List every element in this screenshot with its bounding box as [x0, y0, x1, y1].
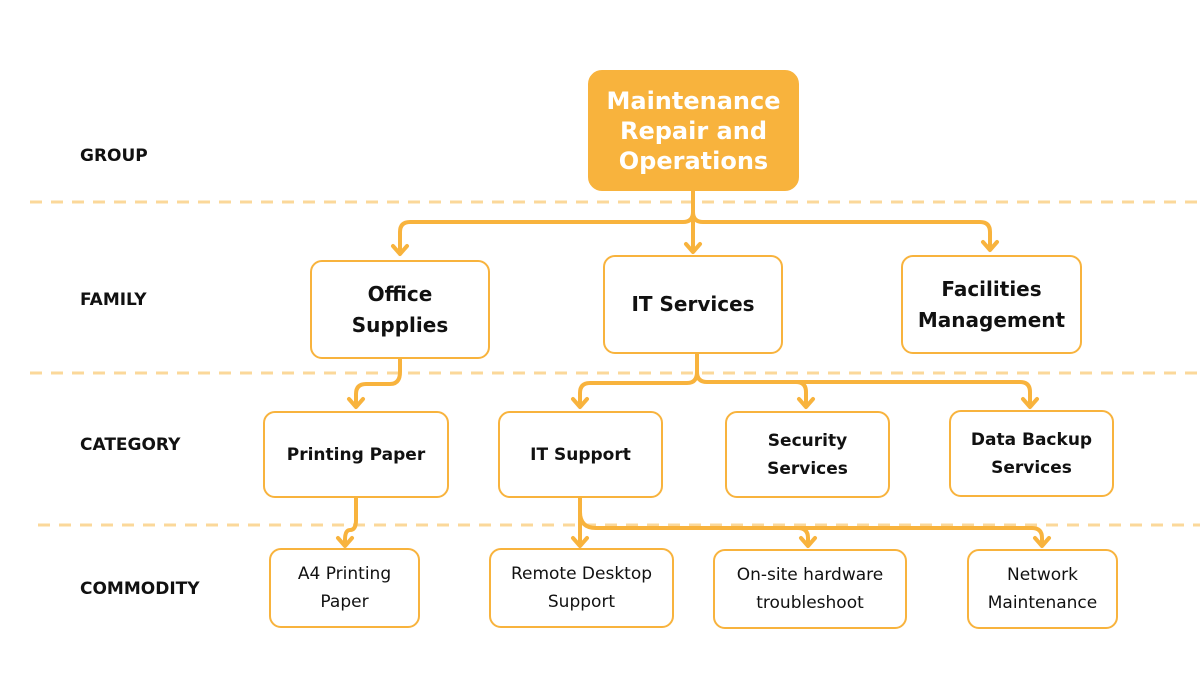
edge-it-support-commodities	[578, 496, 1044, 543]
edge-root-families	[398, 190, 992, 252]
level-label-family: FAMILY	[80, 290, 147, 310]
node-label: IT Support	[530, 444, 631, 465]
edge-printing-a4	[343, 496, 358, 543]
hierarchy-diagram: GROUP FAMILY CATEGORY COMMODITY Maintena…	[0, 0, 1200, 700]
node-label: A4 Printing Paper	[297, 564, 392, 612]
node-label: Office Supplies	[351, 281, 449, 337]
level-label-group: GROUP	[80, 146, 148, 166]
node-network-maintenance[interactable]: Network Maintenance	[967, 549, 1118, 629]
node-onsite-hardware-troubleshoot[interactable]: On-site hardware troubleshoot	[713, 549, 907, 629]
node-label: Data Backup Services	[970, 429, 1093, 478]
node-it-services[interactable]: IT Services	[603, 255, 783, 354]
node-label: Security Services	[767, 430, 848, 479]
node-office-supplies[interactable]: Office Supplies	[310, 260, 490, 359]
node-label: Facilities Management	[917, 276, 1066, 332]
node-facilities-management[interactable]: Facilities Management	[901, 255, 1082, 354]
node-label: Maintenance Repair and Operations	[606, 86, 781, 175]
level-label-category: CATEGORY	[80, 435, 181, 455]
node-remote-desktop-support[interactable]: Remote Desktop Support	[489, 548, 674, 628]
node-it-support[interactable]: IT Support	[498, 411, 663, 498]
node-label: Printing Paper	[286, 444, 426, 465]
node-printing-paper[interactable]: Printing Paper	[263, 411, 449, 498]
node-label: On-site hardware troubleshoot	[736, 565, 884, 613]
node-label: IT Services	[631, 292, 755, 316]
node-a4-printing-paper[interactable]: A4 Printing Paper	[269, 548, 420, 628]
node-label: Network Maintenance	[987, 565, 1098, 613]
node-label: Remote Desktop Support	[510, 564, 653, 612]
node-security-services[interactable]: Security Services	[725, 411, 890, 498]
level-label-commodity: COMMODITY	[80, 579, 200, 599]
node-data-backup-services[interactable]: Data Backup Services	[949, 410, 1114, 497]
edge-it-services-categories	[578, 352, 1032, 404]
node-maintenance-repair-operations[interactable]: Maintenance Repair and Operations	[588, 70, 799, 191]
